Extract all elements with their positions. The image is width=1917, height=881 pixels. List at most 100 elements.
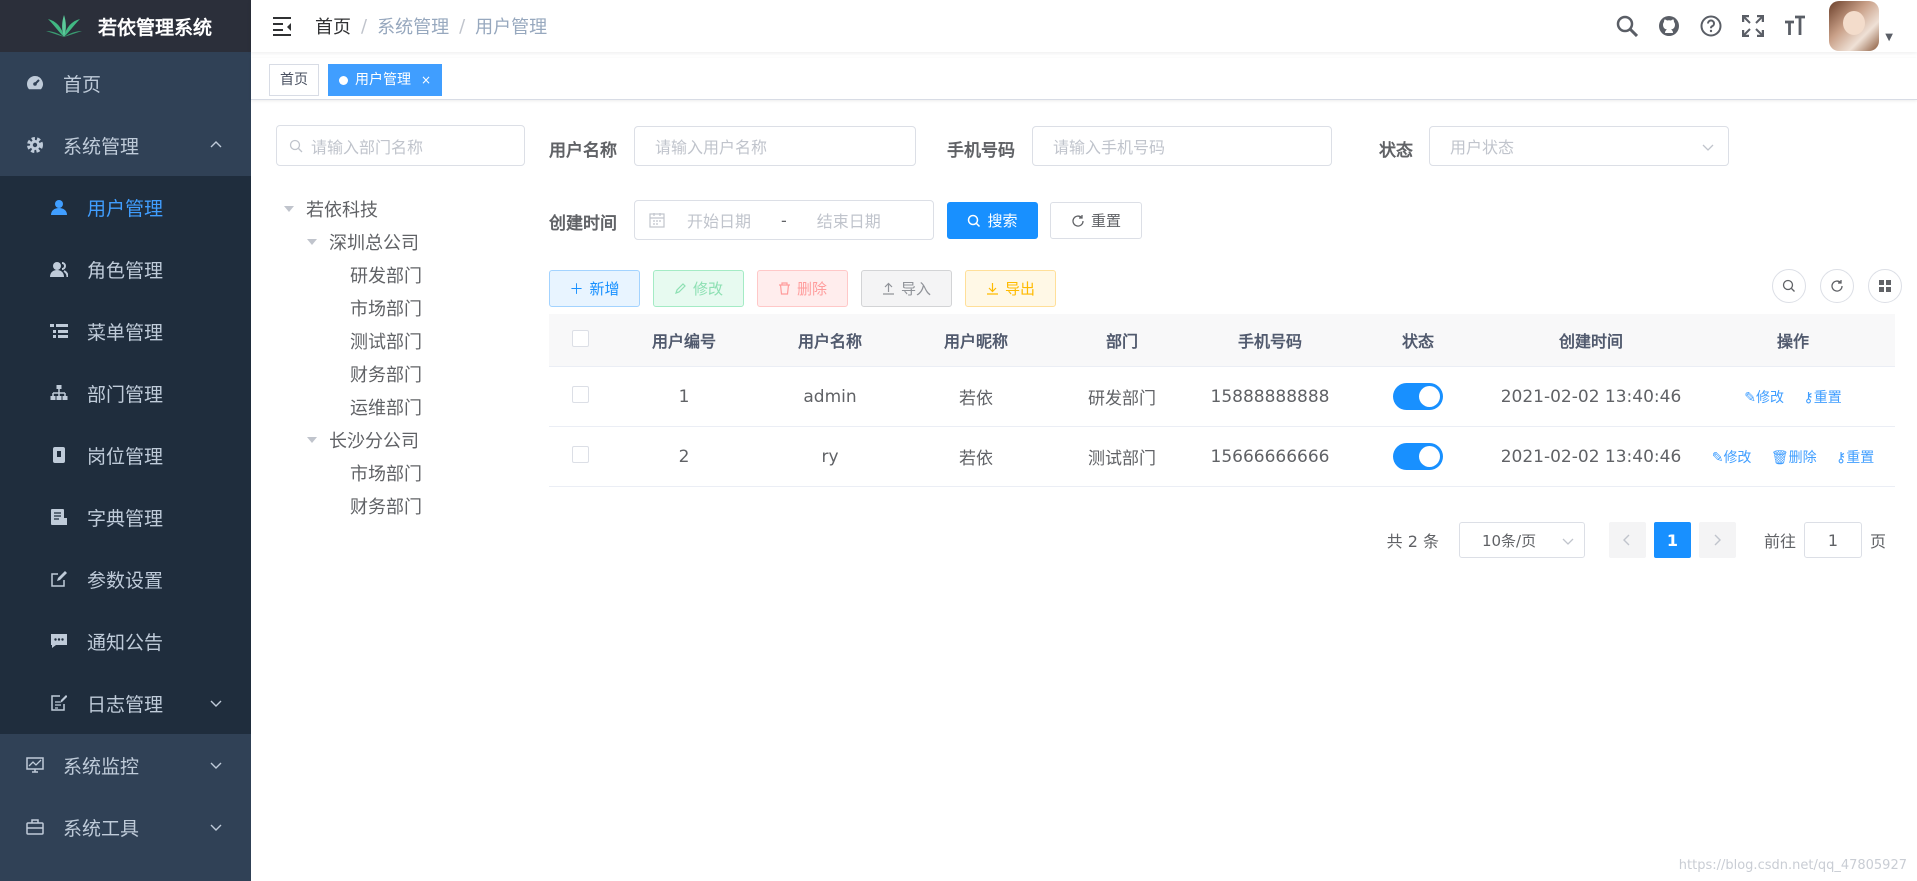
add-button-label: 新增 bbox=[589, 280, 620, 298]
row-edit-link[interactable]: ✎修改 bbox=[1712, 450, 1752, 466]
tree-node[interactable]: 长沙分公司 bbox=[280, 423, 530, 456]
search-icon[interactable] bbox=[1615, 14, 1639, 38]
caret-down-icon[interactable] bbox=[284, 205, 294, 212]
sidebar-item-notice[interactable]: 通知公告 bbox=[0, 610, 251, 672]
sidebar-item-tool[interactable]: 系统工具 bbox=[0, 796, 251, 858]
sidebar-item-dept[interactable]: 部门管理 bbox=[0, 362, 251, 424]
edit-button[interactable]: 修改 bbox=[653, 270, 744, 307]
next-page-button[interactable] bbox=[1698, 522, 1736, 558]
status-switch[interactable] bbox=[1393, 443, 1443, 470]
add-button[interactable]: ＋ 新增 bbox=[549, 270, 640, 307]
sidebar-item-system[interactable]: 系统管理 bbox=[0, 114, 251, 176]
user-table: 用户编号 用户名称 用户昵称 部门 手机号码 状态 创建时间 操作 1 admi… bbox=[549, 314, 1895, 487]
tree-node-label: 深圳总公司 bbox=[329, 232, 419, 254]
tag-home[interactable]: 首页 bbox=[269, 64, 319, 96]
tree-node[interactable]: 研发部门 bbox=[280, 258, 530, 291]
font-size-icon[interactable] bbox=[1783, 14, 1807, 38]
caret-down-icon[interactable] bbox=[307, 436, 317, 443]
page-number-button[interactable]: 1 bbox=[1653, 522, 1691, 558]
caret-down-icon[interactable]: ▼ bbox=[1885, 32, 1893, 43]
import-button[interactable]: 导入 bbox=[861, 270, 952, 307]
tree-node-label: 市场部门 bbox=[350, 463, 422, 485]
sidebar-item-dict[interactable]: 字典管理 bbox=[0, 486, 251, 548]
sidebar-item-home[interactable]: 首页 bbox=[0, 52, 251, 114]
column-header[interactable]: 部门 bbox=[1049, 328, 1195, 352]
goto-page-input[interactable]: 1 bbox=[1803, 522, 1862, 558]
sidebar-item-log[interactable]: 日志管理 bbox=[0, 672, 251, 734]
column-header[interactable]: 创建时间 bbox=[1491, 328, 1691, 352]
columns-button[interactable] bbox=[1868, 269, 1902, 303]
refresh-button[interactable] bbox=[1820, 269, 1854, 303]
cell-username: ry bbox=[821, 446, 839, 467]
tag-user-management[interactable]: 用户管理 × bbox=[328, 64, 443, 96]
avatar[interactable] bbox=[1829, 1, 1880, 51]
date-range-picker[interactable]: 开始日期 - 结束日期 bbox=[634, 200, 934, 240]
tree-node[interactable]: 深圳总公司 bbox=[280, 225, 530, 258]
column-header: 操作 bbox=[1776, 332, 1809, 351]
logo-bar[interactable]: 若依管理系统 bbox=[0, 0, 251, 52]
cell-created: 2021-02-02 13:40:46 bbox=[1500, 386, 1682, 407]
sidebar-item-menu[interactable]: 菜单管理 bbox=[0, 300, 251, 362]
phone-input[interactable]: 请输入手机号码 bbox=[1032, 126, 1332, 166]
tree-node-label: 若依科技 bbox=[306, 199, 378, 221]
start-date-input[interactable]: 开始日期 bbox=[687, 208, 751, 232]
column-header[interactable]: 用户昵称 bbox=[903, 328, 1049, 352]
github-icon[interactable] bbox=[1657, 14, 1681, 38]
tree-node[interactable]: 运维部门 bbox=[280, 390, 530, 423]
status-select-placeholder: 用户状态 bbox=[1450, 138, 1515, 157]
close-icon[interactable]: × bbox=[421, 73, 431, 87]
table-row[interactable]: 2 ry 若依 测试部门 15666666666 2021-02-02 13:4… bbox=[549, 427, 1895, 487]
hamburger-icon[interactable] bbox=[271, 15, 293, 37]
search-button[interactable]: 搜索 bbox=[947, 202, 1038, 239]
row-edit-link[interactable]: ✎修改 bbox=[1744, 390, 1784, 406]
grid-icon bbox=[1879, 280, 1891, 292]
tree-node[interactable]: 若依科技 bbox=[280, 192, 530, 225]
question-icon[interactable] bbox=[1699, 14, 1723, 38]
breadcrumb-system: 系统管理 bbox=[377, 17, 450, 38]
tree-node[interactable]: 财务部门 bbox=[280, 357, 530, 390]
sidebar-item-monitor[interactable]: 系统监控 bbox=[0, 734, 251, 796]
toggle-search-button[interactable] bbox=[1772, 269, 1806, 303]
row-reset-link[interactable]: ⚷重置 bbox=[1803, 390, 1841, 406]
tree-node[interactable]: 财务部门 bbox=[280, 489, 530, 522]
goto-suffix: 页 bbox=[1869, 532, 1886, 551]
row-reset-link[interactable]: ⚷重置 bbox=[1836, 450, 1874, 466]
sidebar-item-role[interactable]: 角色管理 bbox=[0, 238, 251, 300]
breadcrumb-home[interactable]: 首页 bbox=[315, 13, 351, 39]
row-checkbox[interactable] bbox=[571, 445, 589, 463]
column-header[interactable]: 用户名称 bbox=[757, 328, 903, 352]
status-switch[interactable] bbox=[1393, 383, 1443, 410]
column-header[interactable]: 手机号码 bbox=[1195, 328, 1345, 352]
caret-down-icon[interactable] bbox=[307, 238, 317, 245]
row-checkbox[interactable] bbox=[571, 385, 589, 403]
column-header[interactable]: 状态 bbox=[1345, 328, 1491, 352]
status-select[interactable]: 用户状态 bbox=[1429, 126, 1729, 166]
tree-node[interactable]: 市场部门 bbox=[280, 456, 530, 489]
column-header[interactable]: 用户编号 bbox=[611, 328, 757, 352]
download-icon bbox=[986, 283, 998, 295]
reset-button[interactable]: 重置 bbox=[1050, 202, 1142, 239]
username-label: 用户名称 bbox=[549, 141, 617, 161]
tree-node[interactable]: 测试部门 bbox=[280, 324, 530, 357]
row-delete-link[interactable]: 🗑删除 bbox=[1771, 450, 1817, 466]
end-date-input[interactable]: 结束日期 bbox=[817, 208, 881, 232]
prev-page-button[interactable] bbox=[1608, 522, 1646, 558]
phone-label: 手机号码 bbox=[947, 141, 1015, 161]
dept-search-input[interactable]: 请输入部门名称 bbox=[276, 125, 525, 166]
page-size-select[interactable]: 10条/页 bbox=[1458, 522, 1585, 558]
sidebar-item-config[interactable]: 参数设置 bbox=[0, 548, 251, 610]
select-all-checkbox[interactable] bbox=[571, 329, 589, 347]
cell-dept: 测试部门 bbox=[1088, 449, 1156, 469]
sidebar-item-user[interactable]: 用户管理 bbox=[0, 176, 251, 238]
tree-table-icon bbox=[49, 321, 69, 341]
delete-button[interactable]: 删除 bbox=[757, 270, 848, 307]
username-input[interactable]: 请输入用户名称 bbox=[634, 126, 916, 166]
table-row[interactable]: 1 admin 若依 研发部门 15888888888 2021-02-02 1… bbox=[549, 367, 1895, 427]
sidebar-item-label: 岗位管理 bbox=[87, 445, 164, 468]
fullscreen-icon[interactable] bbox=[1741, 14, 1765, 38]
breadcrumb: 首页 / 系统管理 / 用户管理 bbox=[315, 13, 547, 39]
breadcrumb-separator: / bbox=[361, 15, 368, 37]
tree-node[interactable]: 市场部门 bbox=[280, 291, 530, 324]
export-button[interactable]: 导出 bbox=[965, 270, 1056, 307]
sidebar-item-post[interactable]: 岗位管理 bbox=[0, 424, 251, 486]
